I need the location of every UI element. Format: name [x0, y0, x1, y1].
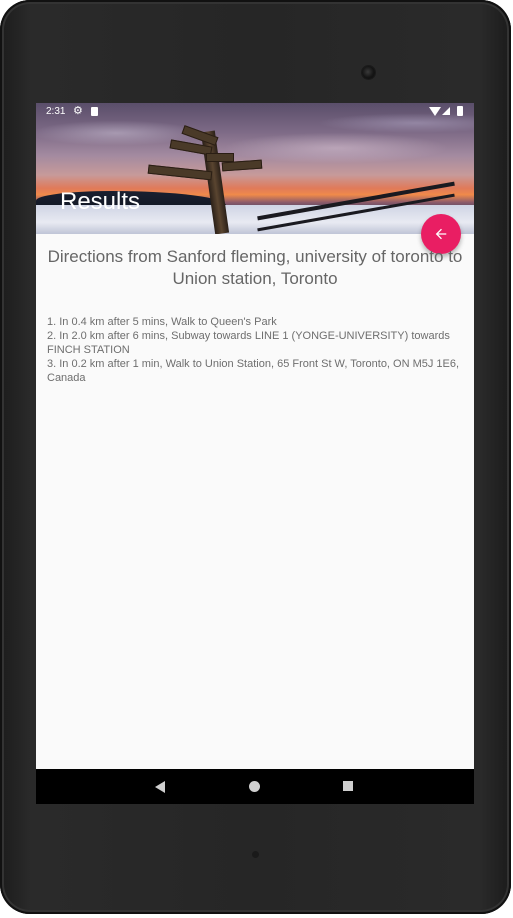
directions-heading: Directions from Sanford fleming, univers…	[47, 247, 463, 288]
status-bar: 2:31 ⚙	[36, 103, 474, 121]
recents-icon[interactable]	[343, 781, 353, 791]
home-icon[interactable]	[249, 781, 260, 792]
battery-icon	[457, 106, 463, 116]
arrow-back-icon	[435, 228, 447, 240]
system-nav-bar	[36, 769, 474, 804]
signal-icon	[442, 107, 450, 115]
wifi-icon	[429, 107, 441, 116]
app-screen: 2:31 ⚙ Results Directions from Sanford f…	[36, 103, 474, 804]
direction-step: 3. In 0.2 km after 1 min, Walk to Union …	[47, 358, 460, 384]
directions-steps-list: 1. In 0.4 km after 5 mins, Walk to Queen…	[47, 315, 467, 385]
back-icon[interactable]	[155, 781, 165, 793]
sd-card-icon	[91, 107, 98, 116]
front-camera	[362, 66, 375, 79]
gear-icon: ⚙	[73, 104, 83, 117]
device-sensor	[252, 851, 259, 858]
page-title: Results	[60, 188, 141, 215]
direction-step: 1. In 0.4 km after 5 mins, Walk to Queen…	[47, 316, 277, 328]
status-time: 2:31	[46, 106, 66, 117]
direction-step: 2. In 2.0 km after 6 mins, Subway toward…	[47, 330, 450, 356]
